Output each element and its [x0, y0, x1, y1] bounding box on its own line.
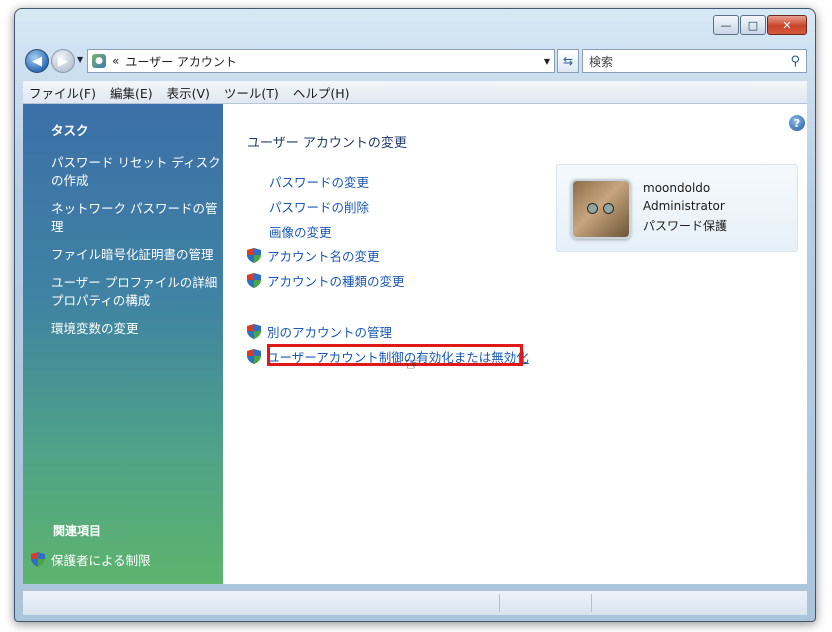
- help-icon[interactable]: ?: [789, 115, 805, 131]
- breadcrumb-user-accounts[interactable]: ユーザー アカウント: [125, 53, 237, 70]
- link-change-picture[interactable]: 画像の変更: [269, 222, 332, 241]
- task-change-environment-variables[interactable]: 環境変数の変更: [51, 320, 221, 338]
- menu-tools[interactable]: ツール(T): [218, 83, 287, 102]
- menu-help[interactable]: ヘルプ(H): [287, 83, 358, 102]
- account-name: moondoldo: [643, 181, 711, 195]
- uac-shield-icon: [247, 248, 261, 263]
- highlight-box: [267, 344, 523, 366]
- task-create-reset-disk[interactable]: パスワード リセット ディスクの作成: [51, 154, 221, 190]
- account-picture[interactable]: [571, 179, 631, 239]
- link-change-account-name[interactable]: アカウント名の変更: [247, 246, 380, 265]
- search-box[interactable]: 検索 ⚲: [582, 49, 807, 73]
- uac-shield-icon: [247, 273, 261, 288]
- link-label: 別のアカウントの管理: [267, 325, 393, 340]
- menu-edit[interactable]: 編集(E): [104, 83, 161, 102]
- uac-shield-icon: [247, 349, 261, 364]
- page-title: ユーザー アカウントの変更: [247, 136, 407, 151]
- content-area: タスク パスワード リセット ディスクの作成 ネットワーク パスワードの管理 フ…: [23, 104, 807, 584]
- link-remove-password[interactable]: パスワードの削除: [269, 197, 369, 216]
- status-divider: [499, 594, 500, 612]
- address-toolbar: ◀ ▶ ▼ ● « ユーザー アカウント ▼ ⇆ 検索 ⚲: [23, 47, 807, 75]
- account-type: Administrator: [643, 199, 725, 213]
- refresh-icon: ⇆: [562, 54, 574, 68]
- task-manage-file-encryption-certificates[interactable]: ファイル暗号化証明書の管理: [51, 246, 221, 264]
- link-label: アカウント名の変更: [267, 249, 380, 264]
- task-configure-profile-properties[interactable]: ユーザー プロファイルの詳細プロパティの構成: [51, 274, 221, 310]
- minimize-button[interactable]: —: [713, 15, 739, 35]
- maximize-button[interactable]: □: [740, 15, 766, 35]
- back-button[interactable]: ◀: [25, 49, 49, 73]
- refresh-button[interactable]: ⇆: [557, 49, 579, 73]
- close-button[interactable]: ✕: [767, 15, 807, 35]
- related-items-title: 関連項目: [53, 524, 102, 538]
- forward-arrow-icon: ▶: [58, 53, 68, 69]
- caption-buttons: — □ ✕: [712, 15, 807, 35]
- search-icon[interactable]: ⚲: [790, 54, 800, 69]
- hand-cursor-icon: ☞: [405, 354, 422, 375]
- menu-bar: ファイル(F) 編集(E) 表示(V) ツール(T) ヘルプ(H): [23, 81, 807, 104]
- menu-file[interactable]: ファイル(F): [23, 83, 104, 102]
- link-change-password[interactable]: パスワードの変更: [269, 172, 369, 191]
- status-bar: [23, 590, 807, 615]
- control-panel-icon: ●: [92, 54, 106, 68]
- address-bar[interactable]: ● « ユーザー アカウント ▼: [87, 49, 555, 73]
- kitten-eye: [603, 203, 614, 214]
- uac-shield-icon: [31, 552, 45, 567]
- task-pane: タスク パスワード リセット ディスクの作成 ネットワーク パスワードの管理 フ…: [23, 104, 223, 584]
- task-manage-network-passwords[interactable]: ネットワーク パスワードの管理: [51, 200, 221, 236]
- link-change-account-type[interactable]: アカウントの種類の変更: [247, 271, 405, 290]
- uac-shield-icon: [247, 324, 261, 339]
- task-pane-title: タスク: [51, 123, 89, 138]
- menu-view[interactable]: 表示(V): [161, 83, 218, 102]
- link-manage-another-account[interactable]: 別のアカウントの管理: [247, 322, 392, 341]
- status-divider: [591, 594, 592, 612]
- explorer-window: — □ ✕ ◀ ▶ ▼ ● « ユーザー アカウント ▼ ⇆ 検索 ⚲ ファイル…: [14, 8, 816, 622]
- account-card: moondoldo Administrator パスワード保護: [556, 164, 798, 252]
- related-parental-controls[interactable]: 保護者による制限: [31, 550, 151, 569]
- account-status: パスワード保護: [643, 219, 728, 233]
- search-placeholder: 検索: [589, 54, 614, 69]
- recent-pages-dropdown-icon[interactable]: ▼: [77, 55, 83, 64]
- related-item-label: 保護者による制限: [51, 553, 151, 568]
- forward-button[interactable]: ▶: [51, 49, 75, 73]
- breadcrumb-overflow[interactable]: «: [112, 54, 119, 68]
- link-label: アカウントの種類の変更: [267, 274, 405, 289]
- address-dropdown-icon[interactable]: ▼: [544, 57, 550, 66]
- back-arrow-icon: ◀: [32, 53, 42, 69]
- kitten-eye: [587, 203, 598, 214]
